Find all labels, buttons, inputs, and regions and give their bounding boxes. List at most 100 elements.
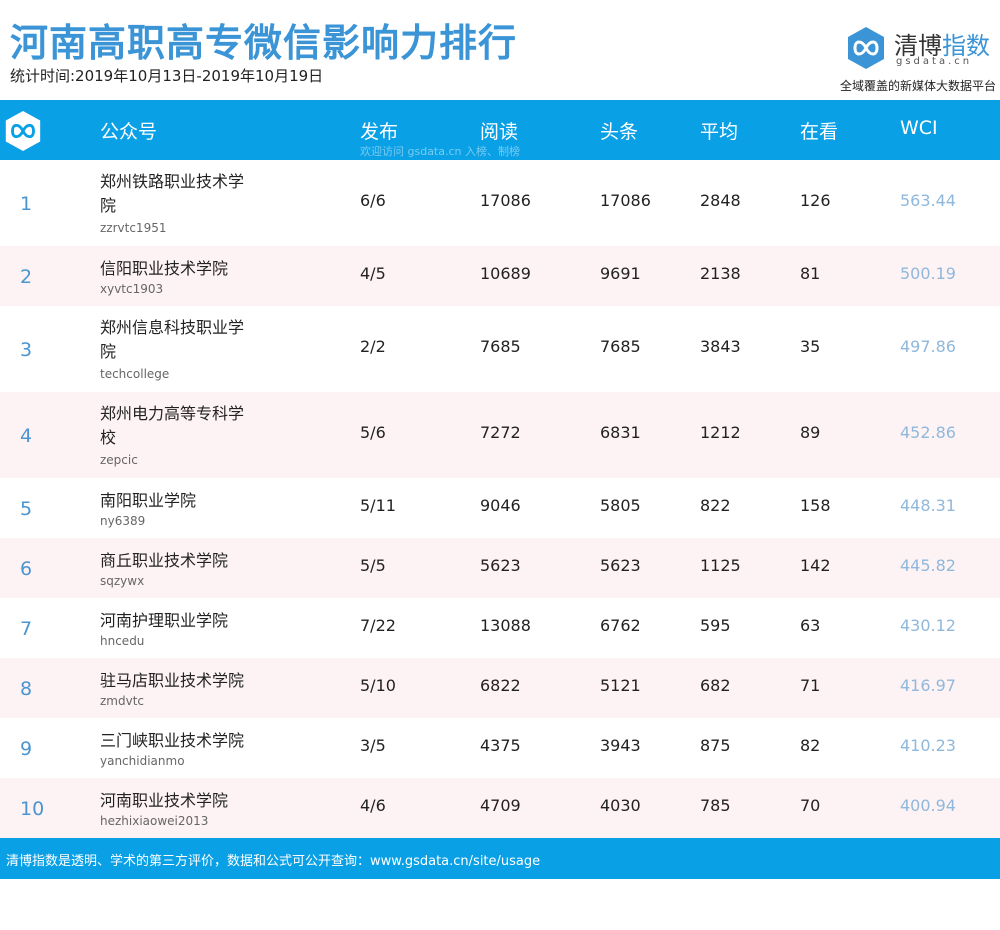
headline-cell: 4030 [600,796,641,815]
account-name-line: 校 [100,428,117,447]
average-cell: 3843 [700,337,741,356]
rank-cell: 2 [20,266,33,288]
looking-cell: 89 [800,423,821,442]
footer-note: 清博指数是透明、学术的第三方评价，数据和公式可公开查询：www.gsdata.c… [6,854,541,869]
account-name[interactable]: 河南职业技术学院 [100,789,260,813]
account-name-line: 郑州信息科技职业学 [100,318,245,337]
account-name[interactable]: 驻马店职业技术学院 [100,669,260,693]
infinity-icon [848,27,884,69]
column-header-headline[interactable]: 头条 [600,117,638,144]
account-name-line: 郑州铁路职业技术学 [100,172,245,191]
column-header-wci[interactable]: WCI [900,117,938,139]
account-id: techcollege [100,367,170,381]
table-row[interactable]: 10 河南职业技术学院 hezhixiaowei2013 4/6 4709 4030 785… [0,778,1000,838]
account-name[interactable]: 商丘职业技术学院 [100,549,260,573]
account-name[interactable]: 郑州铁路职业技术学院 [100,170,260,218]
average-cell: 595 [700,616,731,635]
infinity-icon [5,110,41,152]
looking-cell: 126 [800,191,831,210]
looking-cell: 35 [800,337,821,356]
table-row[interactable]: 1 郑州铁路职业技术学院 zzrvtc1951 6/6 17086 17086 2848 12… [0,160,1000,246]
read-cell: 7272 [480,423,521,442]
looking-cell: 70 [800,796,821,815]
headline-cell: 9691 [600,264,641,283]
publish-cell: 5/6 [360,423,386,442]
wci-cell: 452.86 [900,423,956,442]
looking-cell: 63 [800,616,821,635]
publish-cell: 6/6 [360,191,386,210]
account-id: sqzywx [100,574,145,588]
wci-cell: 500.19 [900,264,956,283]
account-id: zmdvtc [100,694,145,708]
rank-cell: 3 [20,339,33,361]
looking-cell: 71 [800,676,821,695]
table-row[interactable]: 4 郑州电力高等专科学校 zepcic 5/6 7272 6831 1212 89 452.86 [0,392,1000,478]
read-cell: 4709 [480,796,521,815]
account-name-line: 南阳职业学院 [100,491,197,510]
account-id: hncedu [100,634,145,648]
table-row[interactable]: 3 郑州信息科技职业学院 techcollege 2/2 7685 7685 3843 35 4… [0,306,1000,392]
rank-cell: 9 [20,738,33,760]
account-name-line: 商丘职业技术学院 [100,551,229,570]
headline-cell: 3943 [600,736,641,755]
publish-cell: 7/22 [360,616,396,635]
publish-cell: 2/2 [360,337,386,356]
read-cell: 4375 [480,736,521,755]
wci-cell: 416.97 [900,676,956,695]
wci-cell: 563.44 [900,191,956,210]
rank-cell: 7 [20,618,33,640]
account-id: zepcic [100,453,138,467]
wci-cell: 410.23 [900,736,956,755]
average-cell: 1125 [700,556,741,575]
headline-cell: 5805 [600,496,641,515]
column-header-account[interactable]: 公众号 [100,117,157,144]
read-cell: 7685 [480,337,521,356]
table-row[interactable]: 7 河南护理职业学院 hncedu 7/22 13088 6762 595 63 430.12 [0,598,1000,658]
headline-cell: 5623 [600,556,641,575]
read-cell: 9046 [480,496,521,515]
publish-cell: 5/11 [360,496,396,515]
column-header-looking[interactable]: 在看 [800,117,838,144]
publish-cell: 4/5 [360,264,386,283]
column-header-average[interactable]: 平均 [700,117,738,144]
publish-cell: 5/5 [360,556,386,575]
account-name[interactable]: 南阳职业学院 [100,489,260,513]
rank-cell: 8 [20,678,33,700]
account-name[interactable]: 郑州信息科技职业学院 [100,316,260,364]
account-name-line: 院 [100,342,117,361]
brand-block[interactable]: 清博指数 gsdata.cn 全域覆盖的新媒体大数据平台 [816,22,996,97]
account-name-line: 三门峡职业技术学院 [100,731,245,750]
account-name[interactable]: 信阳职业技术学院 [100,257,260,281]
headline-cell: 5121 [600,676,641,695]
read-cell: 13088 [480,616,531,635]
rank-cell: 4 [20,425,33,447]
statistics-period: 统计时间:2019年10月13日-2019年10月19日 [10,67,324,85]
account-id: yanchidianmo [100,754,185,768]
headline-cell: 17086 [600,191,651,210]
table-row[interactable]: 6 商丘职业技术学院 sqzywx 5/5 5623 5623 1125 142 445.82 [0,538,1000,598]
wci-cell: 497.86 [900,337,956,356]
page-title: 河南高职高专微信影响力排行 [10,21,518,65]
table-row[interactable]: 8 驻马店职业技术学院 zmdvtc 5/10 6822 5121 682 71 416.97 [0,658,1000,718]
rank-cell: 5 [20,498,33,520]
wci-cell: 430.12 [900,616,956,635]
read-cell: 10689 [480,264,531,283]
looking-cell: 82 [800,736,821,755]
column-header-publish[interactable]: 发布 [360,117,398,144]
table-row[interactable]: 2 信阳职业技术学院 xyvtc1903 4/5 10689 9691 2138 81 500.… [0,246,1000,306]
account-name[interactable]: 郑州电力高等专科学校 [100,402,260,450]
table-header: 公众号 发布 阅读 头条 平均 在看 WCI 欢迎访问 gsdata.cn 入榜… [0,100,1000,160]
headline-cell: 6762 [600,616,641,635]
looking-cell: 81 [800,264,821,283]
account-name[interactable]: 三门峡职业技术学院 [100,729,260,753]
account-id: zzrvtc1951 [100,221,167,235]
table-row[interactable]: 9 三门峡职业技术学院 yanchidianmo 3/5 4375 3943 875 82 41… [0,718,1000,778]
account-name-line: 驻马店职业技术学院 [100,671,245,690]
average-cell: 1212 [700,423,741,442]
account-id: hezhixiaowei2013 [100,814,209,828]
column-header-read[interactable]: 阅读 [480,117,518,144]
average-cell: 875 [700,736,731,755]
table-row[interactable]: 5 南阳职业学院 ny6389 5/11 9046 5805 822 158 448.31 [0,478,1000,538]
publish-cell: 5/10 [360,676,396,695]
account-name[interactable]: 河南护理职业学院 [100,609,260,633]
